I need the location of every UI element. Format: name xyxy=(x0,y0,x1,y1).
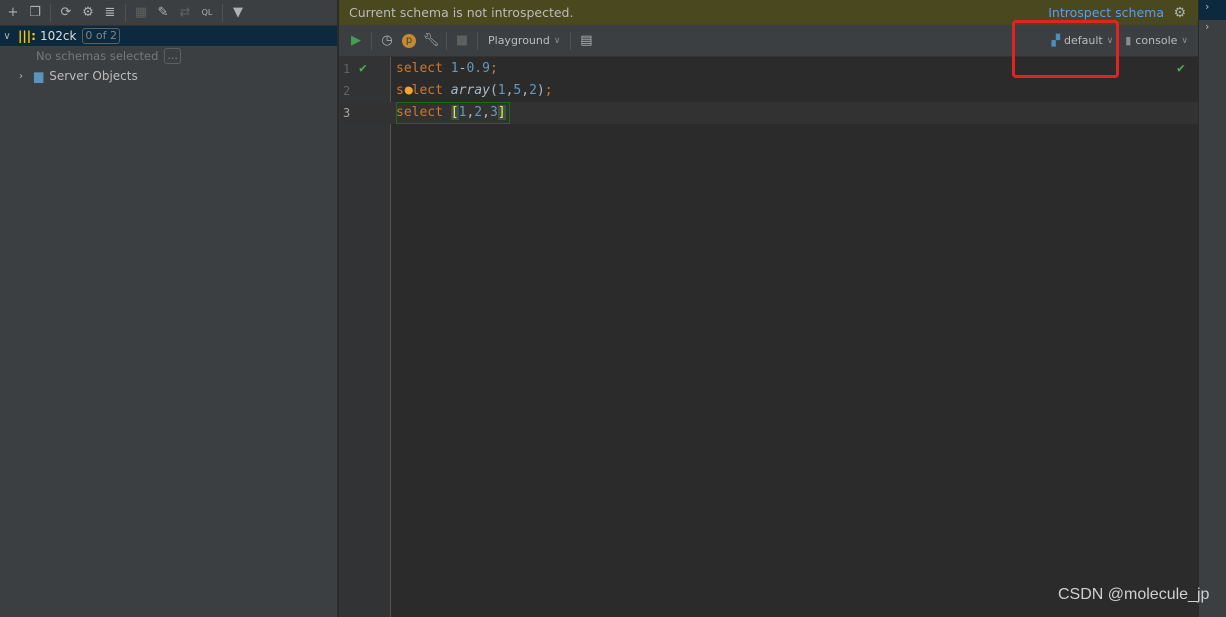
database-explorer: + ❐ ⟳ ⚙ ≣ ▦ ✎ ⇄ QL ▼ ∨ |||: 102ck 0 of 2… xyxy=(0,0,338,617)
properties-icon[interactable]: ⚙ xyxy=(77,2,99,24)
query-console-icon[interactable]: QL xyxy=(196,2,218,24)
run-icon[interactable]: ▶ xyxy=(345,30,367,52)
clickhouse-icon: |||: xyxy=(18,29,36,43)
code-token: ) xyxy=(536,83,545,98)
code-token: 1 xyxy=(497,83,506,98)
introspect-schema-link[interactable]: Introspect schema xyxy=(1048,5,1164,20)
banner-message: Current schema is not introspected. xyxy=(349,5,574,20)
code-text: select 1-0.9; xyxy=(396,58,498,80)
chevron-right-icon[interactable]: › xyxy=(1199,20,1226,40)
datasource-name: 102ck xyxy=(39,29,77,43)
table-icon[interactable]: ▦ xyxy=(130,2,152,24)
check-icon: ✔ xyxy=(359,61,367,76)
gear-icon[interactable]: ⚙ xyxy=(1173,5,1186,21)
refresh-icon[interactable]: ⟳ xyxy=(55,2,77,24)
session-icon: ▮ xyxy=(1125,34,1132,47)
code-token: select xyxy=(396,61,451,76)
code-token: ( xyxy=(489,83,498,98)
wrench-icon[interactable]: 🔧︎ xyxy=(420,30,442,52)
chevron-down-icon: ∨ xyxy=(1181,35,1188,46)
code-token: , xyxy=(521,83,530,98)
code-token: 0.9 xyxy=(466,61,490,76)
output-table-icon[interactable]: ▤ xyxy=(575,30,597,52)
editor-gutter xyxy=(339,57,391,617)
no-schemas-label: No schemas selected xyxy=(36,49,159,63)
code-text: select [1,2,3] xyxy=(396,102,506,124)
highlight-annotation xyxy=(1012,20,1119,78)
compare-icon[interactable]: ⇄ xyxy=(174,2,196,24)
chevron-down-icon: ∨ xyxy=(553,35,561,46)
intention-bulb-icon[interactable]: ● xyxy=(405,80,413,102)
code-token: 2 xyxy=(529,83,537,98)
session-dropdown[interactable]: ▮ console ∨ xyxy=(1119,34,1194,47)
line-number: 1 xyxy=(343,62,351,76)
filter-icon[interactable]: ▼ xyxy=(227,2,249,24)
sql-editor[interactable]: 1 ✔ select 1-0.9; ✔ 2 select array(1,5,2… xyxy=(339,57,1198,617)
right-panel: › › xyxy=(1198,0,1226,617)
code-token: ; xyxy=(544,83,553,98)
profile-icon[interactable]: p xyxy=(398,30,420,52)
playground-dropdown[interactable]: Playground ∨ xyxy=(482,34,566,47)
code-token: array xyxy=(450,83,490,98)
datasource-icon[interactable]: ≣ xyxy=(99,2,121,24)
stop-icon[interactable]: ■ xyxy=(451,30,473,52)
code-token: , xyxy=(482,105,490,120)
code-line[interactable]: 2 select array(1,5,2); ● xyxy=(339,80,1198,102)
watermark: CSDN @molecule_jp xyxy=(1058,586,1210,603)
code-text: select array(1,5,2); xyxy=(396,80,553,102)
check-icon: ✔ xyxy=(1177,61,1185,76)
code-token: ] xyxy=(497,105,506,120)
edit-icon[interactable]: ✎ xyxy=(152,2,174,24)
code-token: [ xyxy=(450,105,459,120)
code-token: 2 xyxy=(474,105,483,120)
chevron-down-icon[interactable]: ∨ xyxy=(0,31,14,42)
schema-count-badge[interactable]: 0 of 2 xyxy=(82,28,120,44)
folder-icon: ▆ xyxy=(34,69,44,83)
code-token: 3 xyxy=(489,105,498,120)
line-number: 2 xyxy=(343,84,351,98)
tree-item-datasource[interactable]: ∨ |||: 102ck 0 of 2 xyxy=(0,26,337,46)
add-icon[interactable]: + xyxy=(2,2,24,24)
code-token: ; xyxy=(489,61,498,76)
playground-label: Playground xyxy=(488,34,550,47)
server-objects-label: Server Objects xyxy=(49,69,138,83)
tree-item-no-schemas: No schemas selected ... xyxy=(0,46,337,66)
duplicate-icon[interactable]: ❐ xyxy=(24,2,46,24)
chevron-right-icon[interactable]: › xyxy=(14,71,28,82)
session-label: console xyxy=(1135,34,1178,47)
explorer-toolbar: + ❐ ⟳ ⚙ ≣ ▦ ✎ ⇄ QL ▼ xyxy=(0,0,337,26)
tree-item-server-objects[interactable]: › ▆ Server Objects xyxy=(0,66,337,86)
code-line[interactable]: 3 select [1,2,3] xyxy=(339,102,1198,124)
history-icon[interactable]: ◷ xyxy=(376,30,398,52)
code-token: select xyxy=(396,105,451,120)
line-number: 3 xyxy=(343,106,351,120)
code-token: 1 xyxy=(450,61,459,76)
select-schemas-button[interactable]: ... xyxy=(164,48,181,64)
chevron-right-icon[interactable]: › xyxy=(1199,0,1226,20)
